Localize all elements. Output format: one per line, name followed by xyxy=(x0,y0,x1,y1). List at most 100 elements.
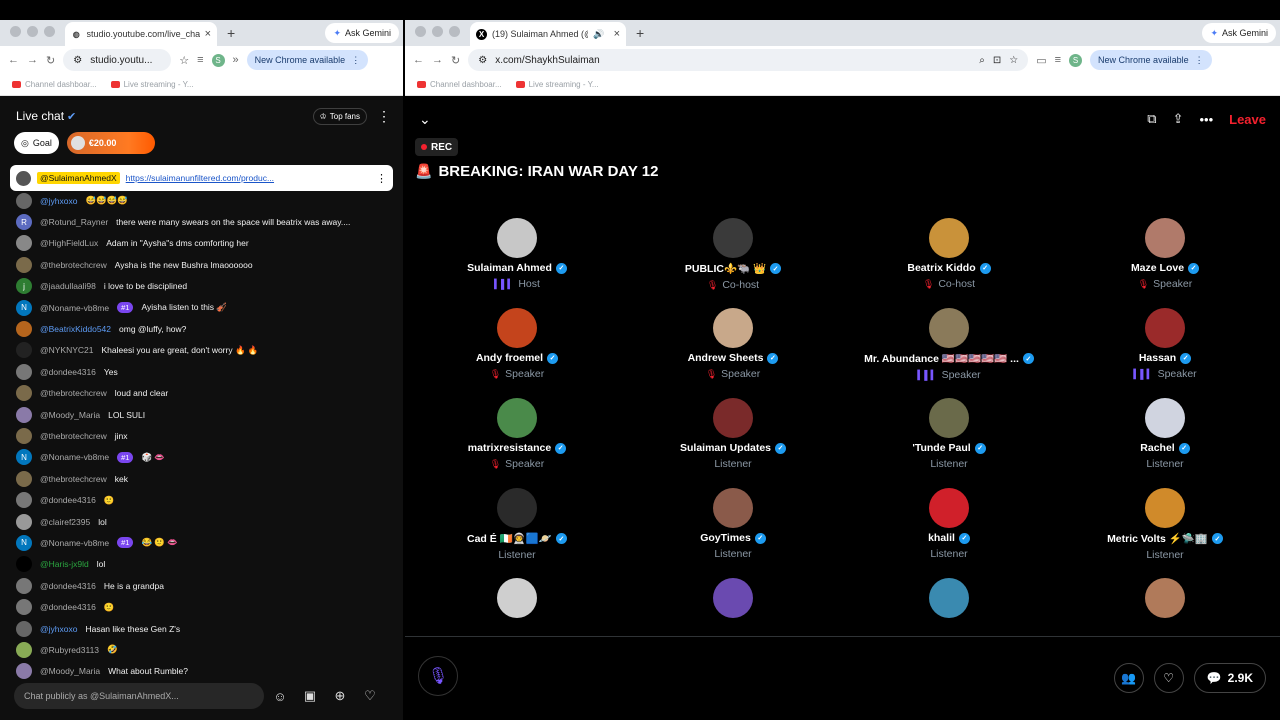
goal-chip[interactable]: ◎ Goal xyxy=(14,132,59,154)
chat-message[interactable]: @NYKNYC21 Khaleesi you are great, don't w… xyxy=(0,340,403,361)
participant[interactable]: GoyTimes ✓ Listener xyxy=(625,488,841,560)
chat-author[interactable]: @dondee4316 xyxy=(40,495,96,505)
chat-message[interactable]: @Rubyred3113 🤣 xyxy=(0,639,403,660)
participant[interactable]: Cad É 🇮🇪👨‍🚀🟦🪐 ✓ Listener xyxy=(409,488,625,561)
chat-message[interactable]: @HighFieldLux Adam in "Aysha"s dms comfor… xyxy=(0,233,403,254)
chat-author[interactable]: @thebrotechcrew xyxy=(40,474,107,484)
collapse-chevron-icon[interactable]: ⌄ xyxy=(419,111,431,128)
tab-youtube-studio[interactable]: ◍ studio.youtube.com/live_cha × xyxy=(65,22,217,46)
url-field[interactable]: ⚙ studio.youtu... xyxy=(63,49,172,71)
back-icon[interactable]: ← xyxy=(8,54,19,66)
chat-input[interactable]: Chat publicly as @SulaimanAhmedX... xyxy=(14,683,264,709)
zoom-icon[interactable]: ⌕ xyxy=(979,55,985,66)
new-tab-button[interactable]: + xyxy=(626,25,654,46)
back-icon[interactable]: ← xyxy=(413,54,424,66)
more-vert-icon[interactable]: ⋮ xyxy=(376,172,387,185)
chat-author[interactable]: @jyhxoxo xyxy=(40,624,77,634)
url-field[interactable]: ⚙ x.com/ShaykhSulaiman ⌕ ⊡ ☆ xyxy=(468,49,1029,71)
chat-message[interactable]: R @Rotund_Rayner there were many swears on… xyxy=(0,211,403,232)
super-chat-chip[interactable]: €20.00 xyxy=(66,132,155,154)
chat-message[interactable]: N @Noname-vb8me #1 😂 🙂 👄 xyxy=(0,532,403,553)
participant[interactable]: Andrew Sheets ✓ 🎙 Speaker xyxy=(625,308,841,380)
install-icon[interactable]: ⊡ xyxy=(993,55,1001,66)
chat-author[interactable]: @Moody_Maria xyxy=(40,410,100,420)
participant[interactable] xyxy=(1057,578,1273,618)
heart-plus-icon[interactable]: ♡ xyxy=(1153,663,1184,693)
people-icon[interactable]: 👥 xyxy=(1113,663,1144,693)
chat-author[interactable]: @Noname-vb8me xyxy=(40,538,109,548)
chat-message[interactable]: N @Noname-vb8me #1 🎲 👄 xyxy=(0,447,403,468)
bookmark-channel-dashboard[interactable]: Channel dashboar... xyxy=(417,80,502,89)
ask-gemini-button[interactable]: ✦ Ask Gemini xyxy=(1202,23,1276,43)
share-icon[interactable]: ⇪ xyxy=(1173,111,1184,127)
super-chat-icon[interactable]: ▣ xyxy=(300,686,320,706)
chat-author[interactable]: @dondee4316 xyxy=(40,367,96,377)
chat-message[interactable]: @Haris-jx9ld lol xyxy=(0,554,403,575)
chat-author[interactable]: @Noname-vb8me xyxy=(40,303,109,313)
minimize-icon[interactable]: ⧉ xyxy=(1147,111,1156,127)
participant[interactable]: Hassan ✓ ▍▌▍ Speaker xyxy=(1057,308,1273,380)
close-tab-icon[interactable]: × xyxy=(205,28,211,40)
participant[interactable]: Beatrix Kiddo ✓ 🎙 Co-host xyxy=(841,218,1057,290)
chat-author[interactable]: @BeatrixKiddo542 xyxy=(40,324,111,334)
chat-message[interactable]: @dondee4316 🙂 xyxy=(0,489,403,510)
chat-author[interactable]: @dondee4316 xyxy=(40,581,96,591)
reload-icon[interactable]: ↻ xyxy=(451,54,460,67)
chat-message[interactable]: @dondee4316 🙂 xyxy=(0,596,403,617)
chat-author[interactable]: @jyhxoxo xyxy=(40,196,77,206)
chat-message[interactable]: @Moody_Maria LOL SULI xyxy=(0,404,403,425)
chat-author[interactable]: @clairef2395 xyxy=(40,517,90,527)
bookmark-channel-dashboard[interactable]: Channel dashboar... xyxy=(12,80,97,89)
participant[interactable] xyxy=(841,578,1057,618)
participant[interactable]: Andy froemel ✓ 🎙 Speaker xyxy=(409,308,625,380)
speaker-icon[interactable]: 🔊 xyxy=(593,29,604,40)
participant[interactable]: khalil ✓ Listener xyxy=(841,488,1057,560)
chat-message-list[interactable]: @jyhxoxo 😅😅😅😅 R @Rotund_Rayner there were ma… xyxy=(0,190,403,680)
microphone-icon[interactable]: 🎙 xyxy=(418,656,458,696)
chat-author[interactable]: @Rotund_Rayner xyxy=(40,217,108,227)
chat-message[interactable]: @thebrotechcrew kek xyxy=(0,468,403,489)
gift-plus-icon[interactable]: ⊕ xyxy=(330,686,350,706)
chat-author[interactable]: @HighFieldLux xyxy=(40,238,98,248)
window-controls[interactable] xyxy=(405,26,470,46)
chat-message[interactable]: @BeatrixKiddo542 omg @luffy, how? xyxy=(0,318,403,339)
participant[interactable]: Maze Love ✓ 🎙 Speaker xyxy=(1057,218,1273,290)
tab-x-sulaiman[interactable]: X (19) Sulaiman Ahmed (@S 🔊 × xyxy=(470,22,626,46)
participant[interactable]: Sulaiman Updates ✓ Listener xyxy=(625,398,841,470)
media-icon[interactable]: ≡ xyxy=(1055,54,1061,66)
chat-author[interactable]: @dondee4316 xyxy=(40,602,96,612)
chat-message[interactable]: j @jaadullaali98 i love to be disciplined xyxy=(0,276,403,297)
participant[interactable]: 'Tunde Paul ✓ Listener xyxy=(841,398,1057,470)
chat-author[interactable]: @NYKNYC21 xyxy=(40,345,94,355)
chat-message[interactable]: @jyhxoxo Hasan like these Gen Z's xyxy=(0,618,403,639)
close-tab-icon[interactable]: × xyxy=(614,28,620,40)
forward-icon[interactable]: → xyxy=(432,54,443,66)
chat-message[interactable]: @jyhxoxo 😅😅😅😅 xyxy=(0,190,403,211)
replies-button[interactable]: 💬 2.9K xyxy=(1193,663,1266,693)
profile-avatar[interactable]: S xyxy=(211,53,225,67)
emoji-icon[interactable]: ☺ xyxy=(270,686,290,706)
participant[interactable]: matrixresistance ✓ 🎙 Speaker xyxy=(409,398,625,470)
pinned-message[interactable]: @SulaimanAhmedX https://sulaimanunfilter… xyxy=(10,165,393,191)
chat-author[interactable]: @jaadullaali98 xyxy=(40,281,96,291)
bookmark-live-streaming[interactable]: Live streaming - Y... xyxy=(110,80,194,89)
chat-message[interactable]: @clairef2395 lol xyxy=(0,511,403,532)
top-fans-button[interactable]: ♔ Top fans xyxy=(312,107,367,125)
chat-author[interactable]: @Haris-jx9ld xyxy=(40,559,89,569)
chat-message[interactable]: N @Noname-vb8me #1 Ayisha listen to this 🎻 xyxy=(0,297,403,318)
participant[interactable]: Rachel ✓ Listener xyxy=(1057,398,1273,470)
chat-author[interactable]: @Moody_Maria xyxy=(40,666,100,676)
leave-button[interactable]: Leave xyxy=(1229,112,1266,127)
bookmark-live-streaming[interactable]: Live streaming - Y... xyxy=(515,80,599,89)
chat-message[interactable]: @thebrotechcrew Aysha is the new Bushra l… xyxy=(0,254,403,275)
chevron-more-icon[interactable]: » xyxy=(233,54,239,66)
sidepanel-icon[interactable]: ▭ xyxy=(1036,54,1046,67)
chat-author[interactable]: @Noname-vb8me xyxy=(40,452,109,462)
media-icon[interactable]: ≡ xyxy=(197,54,203,66)
pinned-link[interactable]: https://sulaimanunfiltered.com/produc... xyxy=(126,173,274,183)
chat-author[interactable]: @thebrotechcrew xyxy=(40,388,107,398)
forward-icon[interactable]: → xyxy=(27,54,38,66)
chat-message[interactable]: @thebrotechcrew loud and clear xyxy=(0,383,403,404)
reload-icon[interactable]: ↻ xyxy=(46,54,55,67)
chat-message[interactable]: @dondee4316 Yes xyxy=(0,361,403,382)
